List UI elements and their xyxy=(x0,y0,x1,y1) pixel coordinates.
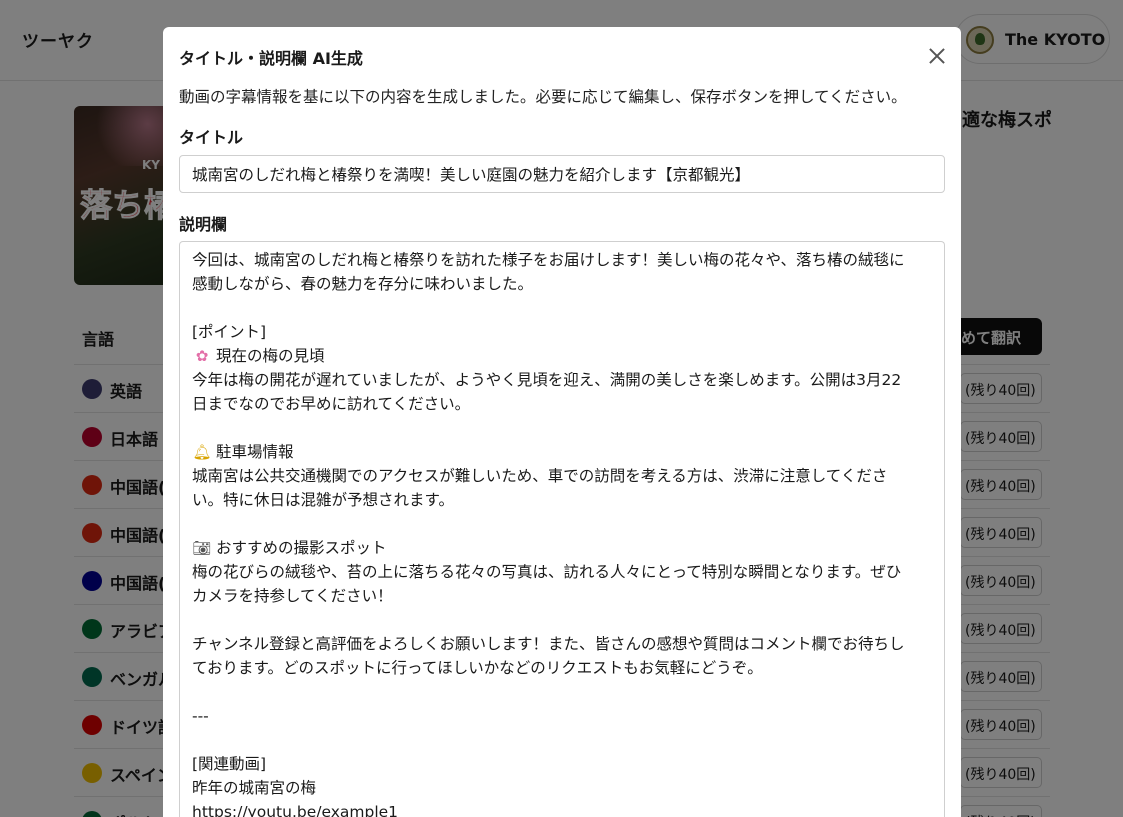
description-line: カメラを持参してください！ xyxy=(192,584,932,608)
description-text: [ポイント] xyxy=(192,323,267,341)
description-text: [関連動画] xyxy=(192,755,267,773)
bell-icon: 🔔︎ xyxy=(192,443,212,461)
ai-generate-dialog: タイトル・説明欄 AI生成 動画の字幕情報を基に以下の内容を生成しました。必要に… xyxy=(163,27,961,817)
description-line: 昨年の城南宮の梅 xyxy=(192,776,932,800)
camera-icon: 📷︎ xyxy=(192,539,212,557)
description-line: い。特に休日は混雑が予想されます。 xyxy=(192,488,932,512)
flower-icon: ✿ xyxy=(195,347,209,365)
description-line: https://youtu.be/example1 xyxy=(192,800,932,817)
description-line: 城南宮は公共交通機関でのアクセスが難しいため、車での訪問を考える方は、渋滞に注意… xyxy=(192,464,932,488)
description-line: ✿ 現在の梅の見頃 xyxy=(192,344,932,368)
title-input[interactable] xyxy=(179,155,945,193)
description-text: 感動しながら、春の魅力を存分に味わいました。 xyxy=(192,275,534,293)
description-line: 今回は、城南宮のしだれ梅と椿祭りを訪れた様子をお届けします！美しい梅の花々や、落… xyxy=(192,248,932,272)
description-text: --- xyxy=(192,707,209,725)
description-text: 昨年の城南宮の梅 xyxy=(192,779,317,797)
dialog-title: タイトル・説明欄 AI生成 xyxy=(179,49,363,68)
description-line: 日までなのでお早めに訪れてください。 xyxy=(192,392,932,416)
description-line xyxy=(192,608,932,632)
description-line: ております。どのスポットに行ってほしいかなどのリクエストもお気軽にどうぞ。 xyxy=(192,656,932,680)
description-text: 現在の梅の見頃 xyxy=(216,347,325,365)
description-line xyxy=(192,416,932,440)
description-line: --- xyxy=(192,704,932,728)
description-line: 梅の花びらの絨毯や、苔の上に落ちる花々の写真は、訪れる人々にとって特別な瞬間とな… xyxy=(192,560,932,584)
description-line xyxy=(192,512,932,536)
description-text: 駐車場情報 xyxy=(216,443,294,461)
description-text: 今年は梅の開花が遅れていましたが、ようやく見頃を迎え、満開の美しさを楽しめます。… xyxy=(192,371,902,389)
description-line: 📷︎ おすすめの撮影スポット xyxy=(192,536,932,560)
description-line: [関連動画] xyxy=(192,752,932,776)
description-line: 感動しながら、春の魅力を存分に味わいました。 xyxy=(192,272,932,296)
description-text: カメラを持参してください！ xyxy=(192,587,393,605)
description-line xyxy=(192,296,932,320)
description-text: ております。どのスポットに行ってほしいかなどのリクエストもお気軽にどうぞ。 xyxy=(192,659,763,677)
description-line xyxy=(192,728,932,752)
description-text: 梅の花びらの絨毯や、苔の上に落ちる花々の写真は、訪れる人々にとって特別な瞬間とな… xyxy=(192,563,902,581)
description-text: 城南宮は公共交通機関でのアクセスが難しいため、車での訪問を考える方は、渋滞に注意… xyxy=(192,467,888,485)
description-text: 日までなのでお早めに訪れてください。 xyxy=(192,395,471,413)
description-line: 今年は梅の開花が遅れていましたが、ようやく見頃を迎え、満開の美しさを楽しめます。… xyxy=(192,368,932,392)
description-text: チャンネル登録と高評価をよろしくお願いします！また、皆さんの感想や質問はコメント… xyxy=(192,635,905,653)
dialog-description: 動画の字幕情報を基に以下の内容を生成しました。必要に応じて編集し、保存ボタンを押… xyxy=(179,88,907,106)
description-line: 🔔︎ 駐車場情報 xyxy=(192,440,932,464)
description-label: 説明欄 xyxy=(179,215,228,234)
description-line: [ポイント] xyxy=(192,320,932,344)
description-text: 今回は、城南宮のしだれ梅と椿祭りを訪れた様子をお届けします！美しい梅の花々や、落… xyxy=(192,251,905,269)
description-line xyxy=(192,680,932,704)
description-line: チャンネル登録と高評価をよろしくお願いします！また、皆さんの感想や質問はコメント… xyxy=(192,632,932,656)
close-icon[interactable] xyxy=(923,42,951,70)
description-text: い。特に休日は混雑が予想されます。 xyxy=(192,491,454,509)
description-textarea[interactable]: 今回は、城南宮のしだれ梅と椿祭りを訪れた様子をお届けします！美しい梅の花々や、落… xyxy=(179,241,945,817)
description-text: おすすめの撮影スポット xyxy=(216,539,387,557)
description-text: https://youtu.be/example1 xyxy=(192,803,399,817)
title-label: タイトル xyxy=(179,128,244,147)
